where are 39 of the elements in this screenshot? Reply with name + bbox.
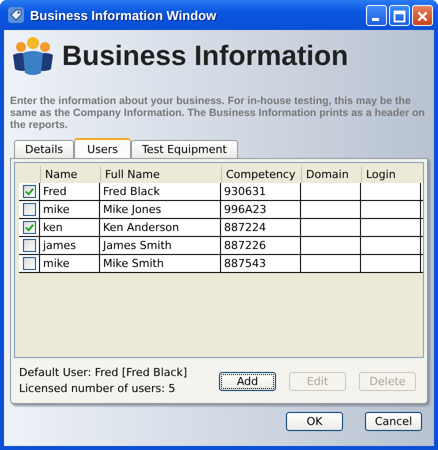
table-cell: Ken Anderson <box>100 219 221 236</box>
dialog-button[interactable]: OK <box>286 412 343 431</box>
tab[interactable]: Users <box>74 138 131 158</box>
people-icon <box>12 35 54 77</box>
close-button[interactable] <box>412 4 433 26</box>
table-cell: James Smith <box>100 237 221 254</box>
info-text: Default User: Fred [Fred Black] <box>19 366 188 379</box>
page-title: Business Information <box>62 40 348 72</box>
table-cell: mike <box>40 255 100 272</box>
minimize-button[interactable] <box>366 4 387 26</box>
table-cell: Mike Jones <box>100 201 221 218</box>
table-cell: Mike Smith <box>100 255 221 272</box>
table-cell: 887224 <box>221 219 301 236</box>
checkbox[interactable] <box>22 203 36 216</box>
checkbox[interactable] <box>22 257 36 270</box>
table-cell: ken <box>40 219 100 236</box>
check-icon <box>24 186 34 197</box>
window-title: Business Information Window <box>30 8 218 22</box>
info-text: Licensed number of users: 5 <box>19 382 176 395</box>
checkbox[interactable] <box>22 185 36 198</box>
dialog-button[interactable]: Cancel <box>365 412 422 431</box>
check-icon <box>24 222 34 233</box>
table-cell: 887543 <box>221 255 301 272</box>
minimize-icon <box>372 18 379 20</box>
table-cell: 887226 <box>221 237 301 254</box>
action-button[interactable]: Add <box>219 372 276 391</box>
table-cell: james <box>40 237 100 254</box>
table-cell: Fred Black <box>100 183 221 200</box>
checkbox[interactable] <box>22 239 36 252</box>
checkbox[interactable] <box>22 221 36 234</box>
tab[interactable]: Details <box>14 140 74 158</box>
table-cell: 930631 <box>221 183 301 200</box>
table-cell: Fred <box>40 183 100 200</box>
tag-icon <box>8 7 24 23</box>
table-cell: 996A23 <box>221 201 301 218</box>
tab[interactable]: Test Equipment <box>130 140 238 158</box>
description-text: Enter the information about your business. For in-house testing, this may be the same as the Company Information. The Business Information prints as a header on the reports. <box>10 95 426 131</box>
maximize-button[interactable] <box>389 4 410 26</box>
table-cell: mike <box>40 201 100 218</box>
